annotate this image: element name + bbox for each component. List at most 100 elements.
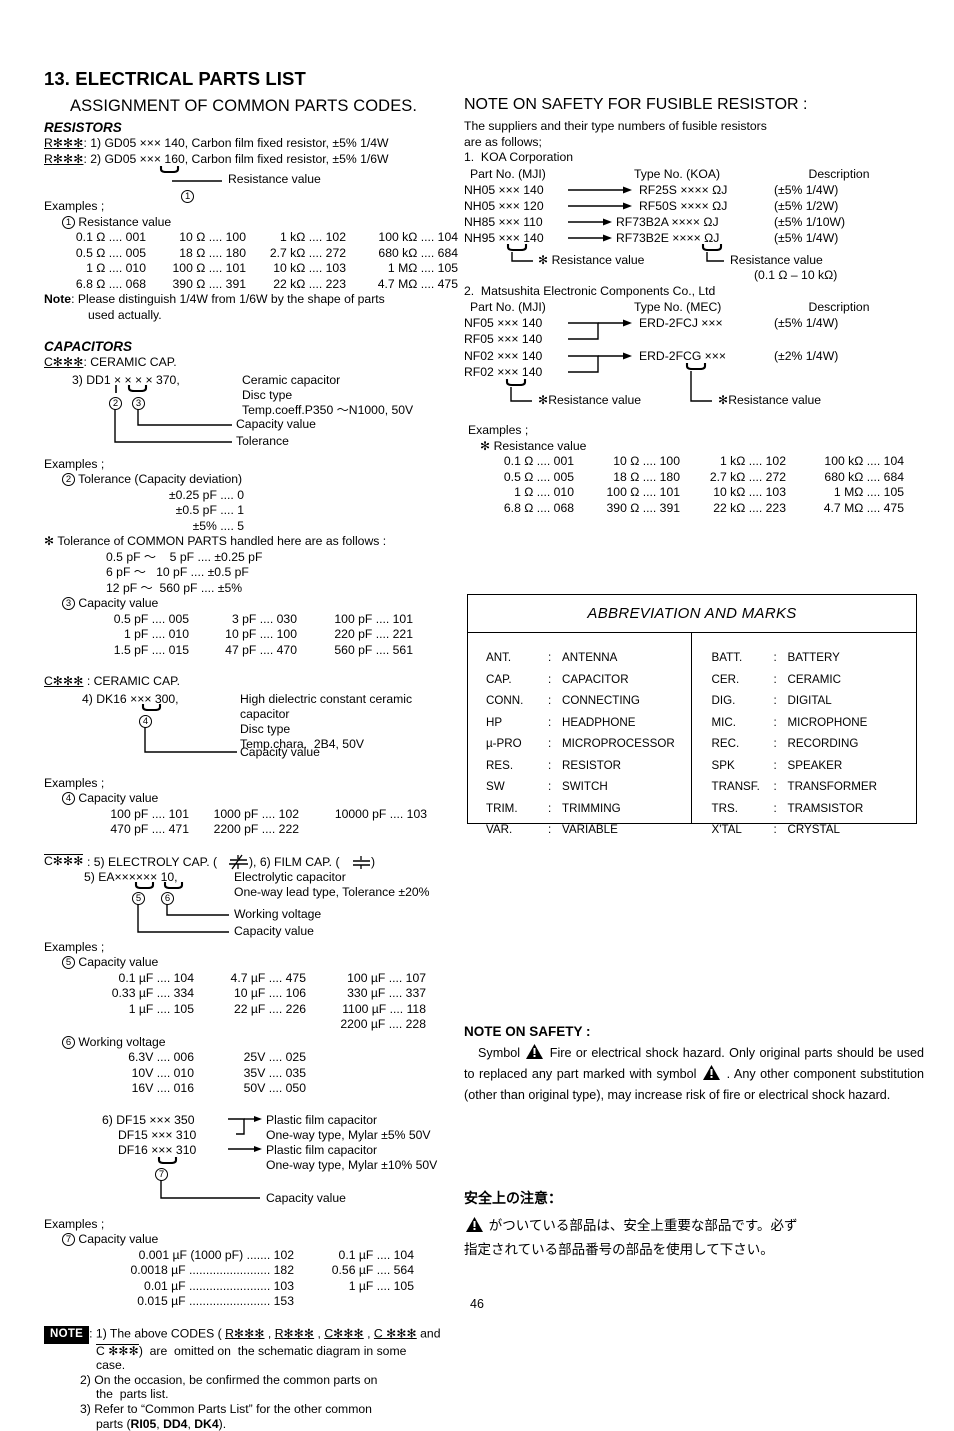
table-row: 6.8 Ω .... 068 390 Ω .... 391 22 kΩ ....… [44,277,464,293]
table-row: (±5% 1/2W) [774,199,838,215]
leader-left-1 [511,252,541,266]
resistors-note-cont: used actually. [88,308,464,324]
circled-3: 3 [62,597,75,610]
list-item: TRIM.:TRIMMING [486,798,691,820]
callout-resistance-left-1: ✻ Resistance value [538,253,644,269]
list-item: BATT.:BATTERY [712,647,917,669]
capacitors-example-4-title: 4 Capacity value [62,791,464,807]
table-row: (±5% 1/10W) [774,215,845,231]
fusible-example-title: ✻ Resistance value [480,439,924,455]
resistor-value-table: 0.1 Ω .... 001 10 Ω .... 100 1 kΩ .... 1… [44,230,464,292]
resistor-code-2: R✻✻✻ [44,152,83,166]
callout-resistance-right-1: Resistance value [730,253,823,269]
tolerance-common-parts-note: ✻ Tolerance of COMMON PARTS handled here… [44,534,464,550]
supplier-2-table: NF05 ××× 140 RF05 ××× 140 NF02 ××× 140 R… [464,315,924,423]
safety-note-section: NOTE ON SAFETY : Symbol Fire or electric… [464,1024,924,1106]
table-row: 0.1 µF .... 104 4.7 µF .... 475 100 µF .… [44,971,464,987]
fusible-intro-2: are as follows; [464,135,924,151]
list-item: ANT.:ANTENNA [486,647,691,669]
part-ref-3: DK4 [194,1417,218,1431]
electroly-cap-desc-2: One-way lead type, Tolerance ±20% [234,885,429,901]
safety-note-jp-section: 安全上の注意： がついている部品は、安全上重要な部品です。必ず 指定されている部… [464,1188,924,1262]
table-row: RF50S ×××× ΩJ [639,199,727,215]
fusible-intro-1: The suppliers and their type numbers of … [464,119,924,135]
film-cap-code-1: 6) DF15 ××× 350 [102,1113,222,1129]
circled-4: 4 [62,792,75,805]
supplier-1-table: NH05 ××× 140 NH05 ××× 120 NH85 ××× 110 N… [464,182,924,284]
table-row: 0.001 µF (1000 pF) ....... 102 0.1 µF ..… [44,1248,464,1264]
ceramic-cap-code-2: C✻✻✻ [44,674,83,688]
ceramic-cap-2-capacity-callout: Capacity value [240,745,320,761]
part-ref-1: RI05 [131,1417,157,1431]
left-column: 13. ELECTRICAL PARTS LIST ASSIGNMENT OF … [44,68,464,1431]
type-no-mec-1: ERD-2FCJ ××× [639,316,723,332]
supplier-1-headers: Part No. (MJI) Type No. (KOA) Descriptio… [464,167,924,183]
capacitors-example-3-title: 3 Capacity value [62,596,464,612]
leader-left-2 [510,387,540,405]
safety-note-text: Symbol Fire or electrical shock hazard. … [464,1043,924,1106]
list-item: X'TAL:CRYSTAL [712,819,917,841]
list-item: RES.:RESISTOR [486,755,691,777]
note-line-6: 3) Refer to “Common Parts List” for the … [80,1402,464,1417]
description-mec-1: (±5% 1/4W) [774,316,838,332]
list-item: CER.:CERAMIC [712,669,917,691]
electroly-cap-header-a: : 5) ELECTROLY CAP. ( [87,855,217,871]
callout-resistance-range: (0.1 Ω – 10 kΩ) [754,268,837,284]
list-item: REC.:RECORDING [712,733,917,755]
page-subtitle: ASSIGNMENT OF COMMON PARTS CODES. [70,97,464,116]
table-row: 470 pF .... 471 2200 pF .... 222 [44,822,464,838]
table-row: 100 pF .... 101 1000 pF .... 102 10000 p… [44,807,464,823]
column-header-part-no: Part No. (MJI) [464,300,634,316]
resistors-examples-label: Examples ; [44,199,464,215]
column-header-type-no: Type No. (MEC) [634,300,784,316]
table-row: 6.3V .... 006 25V .... 025 [44,1050,464,1066]
list-item: 0.5 pF 〜 5 pF .... ±0.25 pF [106,550,464,566]
capacitors-examples-label-1: Examples ; [44,457,464,473]
ceramic-cap-1-tolerance-callout: Tolerance [236,434,289,450]
supplier-1-name: 1. KOA Corporation [464,150,924,166]
list-item: 12 pF 〜 560 pF .... ±5% [106,581,464,597]
ceramic-cap-code-1-line: C✻✻✻: CERAMIC CAP. [44,355,464,371]
table-row: 10V .... 010 35V .... 035 [44,1066,464,1082]
list-item: DIG.:DIGITAL [712,690,917,712]
page-title: 13. ELECTRICAL PARTS LIST [44,68,464,90]
capacitors-heading: CAPACITORS [44,339,464,354]
table-row: (±5% 1/4W) [774,231,838,247]
circled-7: 7 [62,1233,75,1246]
table-row: RF05 ××× 140 [464,332,542,348]
leader-right-1 [706,252,732,266]
film-cap-desc-4: One-way type, Mylar ±10% 50V [266,1158,437,1174]
safety-note-jp-line-1: がついている部品は、安全上重要な部品です。必ず [464,1214,924,1238]
list-item: ±0.5 pF .... 1 [124,503,244,519]
brace-7-icon [158,1157,198,1167]
ceramic-cap-code-1: C✻✻✻ [44,355,83,369]
right-column: NOTE ON SAFETY FOR FUSIBLE RESISTOR : Th… [464,96,924,516]
code-ref-r2: R✻✻✻ [275,1326,314,1340]
resistor-code-line-2: R✻✻✻: 2) GD05 ××× 160, Carbon film fixed… [44,152,464,168]
list-item: CONN.:CONNECTING [486,690,691,712]
list-item: ±5% .... 5 [124,519,244,535]
ceramic-cap-1-diagram: 3) DD1 × × × × 370, Ceramic capacitor Di… [44,371,464,457]
film-cap-desc-1: Plastic film capacitor [266,1113,377,1129]
film-cap-desc-3: Plastic film capacitor [266,1143,377,1159]
table-row: 1 Ω .... 010 100 Ω .... 101 10 kΩ .... 1… [464,485,924,501]
table-row: NH85 ××× 110 [464,215,543,231]
part-ref-2: DD4 [163,1417,187,1431]
ceramic-cap-2-desc-1: High dielectric constant ceramic [240,692,412,708]
electrolytic-capacitor-symbol-icon [228,855,250,871]
ceramic-cap-1-capacity-callout: Capacity value [236,417,316,433]
list-item: VAR.:VARIABLE [486,819,691,841]
film-capacitor-symbol-icon [351,856,373,870]
warning-triangle-icon [703,1065,720,1080]
abbreviation-left-column: ANT.:ANTENNA CAP.:CAPACITOR CONN.:CONNEC… [468,633,691,823]
page-number: 46 [0,1297,954,1311]
list-item: HP:HEADPHONE [486,712,691,734]
electroly-cap-code: C✻✻✻ [44,854,83,870]
table-row: 0.0018 µF ........................ 182 0… [44,1263,464,1279]
callout-leader-line-4 [144,727,254,759]
capacitors-example-2-title: 2 Tolerance (Capacity deviation) [62,472,464,488]
electroly-cap-header-b: ), 6) FILM CAP. ( [249,855,340,871]
resistor-code-line-1: R✻✻✻: 1) GD05 ××× 140, Carbon film fixed… [44,136,464,152]
supplier-2-name: 2. Matsushita Electronic Components Co.,… [464,284,924,300]
abbreviation-box: ABBREVIATION AND MARKS ANT.:ANTENNA CAP.… [467,594,917,824]
